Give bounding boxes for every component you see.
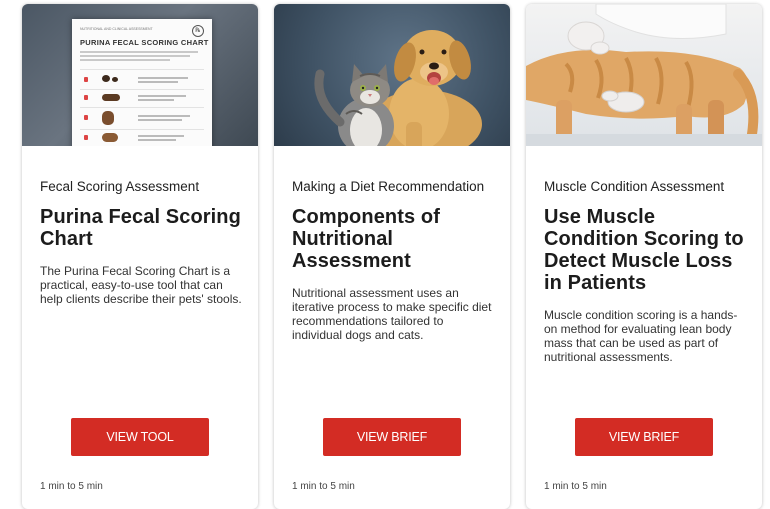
card-description: Nutritional assessment uses an iterative…	[292, 286, 492, 342]
card-content: Muscle Condition Assessment Use Muscle C…	[544, 179, 748, 365]
card-eyebrow: Muscle Condition Assessment	[544, 179, 725, 194]
card-title[interactable]: Components of Nutritional Assessment	[292, 206, 496, 272]
view-brief-button[interactable]: VIEW BRIEF	[575, 418, 713, 456]
card-eyebrow: Making a Diet Recommendation	[292, 179, 485, 194]
view-tool-button[interactable]: VIEW TOOL	[71, 418, 209, 456]
reading-duration: 1 min to 5 min	[40, 481, 103, 492]
card-content: Making a Diet Recommendation Components …	[292, 179, 496, 343]
document-title: PURINA FECAL SCORING CHART	[80, 38, 209, 47]
card-title[interactable]: Use Muscle Condition Scoring to Detect M…	[544, 206, 748, 294]
card-fecal-scoring[interactable]: NUTRITIONAL AND CLINICAL ASSESSMENT ℞ PU…	[22, 4, 258, 509]
purina-logo-icon: ℞	[192, 25, 204, 37]
card-title[interactable]: Purina Fecal Scoring Chart	[40, 206, 244, 250]
card-diet-recommendation[interactable]: Making a Diet Recommendation Components …	[274, 4, 510, 509]
cat-and-dog-thumbnail[interactable]	[274, 4, 510, 146]
card-muscle-condition[interactable]: Muscle Condition Assessment Use Muscle C…	[526, 4, 762, 509]
document-header: NUTRITIONAL AND CLINICAL ASSESSMENT	[80, 27, 153, 31]
hands-examining-cat-image	[526, 4, 762, 146]
card-description: Muscle condition scoring is a hands-on m…	[544, 308, 738, 364]
card-eyebrow: Fecal Scoring Assessment	[40, 179, 200, 194]
fecal-chart-document-image: NUTRITIONAL AND CLINICAL ASSESSMENT ℞ PU…	[72, 19, 212, 146]
fecal-chart-thumbnail[interactable]: NUTRITIONAL AND CLINICAL ASSESSMENT ℞ PU…	[22, 4, 258, 146]
card-content: Fecal Scoring Assessment Purina Fecal Sc…	[40, 179, 244, 307]
cat-and-dog-image	[314, 30, 482, 146]
reading-duration: 1 min to 5 min	[292, 481, 355, 492]
card-grid: NUTRITIONAL AND CLINICAL ASSESSMENT ℞ PU…	[0, 0, 770, 509]
view-brief-button[interactable]: VIEW BRIEF	[323, 418, 461, 456]
card-description: The Purina Fecal Scoring Chart is a prac…	[40, 264, 242, 306]
muscle-scoring-thumbnail[interactable]	[526, 4, 762, 146]
reading-duration: 1 min to 5 min	[544, 481, 607, 492]
